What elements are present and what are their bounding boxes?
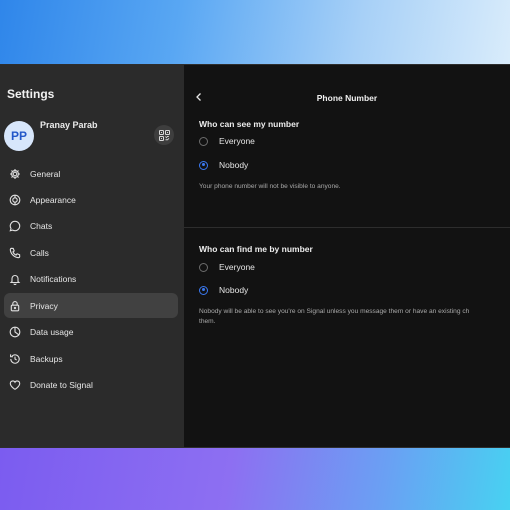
help-text-see-number: Your phone number will not be visible to…: [199, 183, 341, 190]
phone-icon: [8, 246, 21, 259]
sidebar-item-chats[interactable]: Chats: [4, 214, 178, 239]
sidebar-item-calls[interactable]: Calls: [4, 240, 178, 265]
sidebar-item-label: General: [30, 168, 61, 179]
radio-label: Everyone: [219, 136, 255, 146]
sidebar: Settings PP Pranay Parab General Appeara…: [0, 65, 184, 447]
radio-button-selected[interactable]: [199, 285, 208, 295]
chat-bubble-icon: [8, 220, 21, 233]
qr-code-icon: [158, 129, 170, 141]
sidebar-item-label: Data usage: [30, 327, 74, 338]
desktop-background-top: [0, 0, 510, 66]
sidebar-item-label: Backups: [30, 353, 63, 364]
sidebar-title: Settings: [7, 87, 55, 101]
profile-name: Pranay Parab: [40, 120, 98, 130]
radio-button[interactable]: [199, 262, 208, 272]
bell-icon: [8, 273, 21, 286]
section-title-see-number: Who can see my number: [199, 119, 300, 129]
sidebar-item-label: Donate to Signal: [30, 380, 93, 390]
backup-icon: [8, 352, 21, 365]
radio-label: Nobody: [219, 285, 249, 295]
profile-card[interactable]: PP Pranay Parab: [4, 119, 180, 153]
avatar: PP: [4, 121, 34, 151]
sidebar-item-privacy[interactable]: Privacy: [4, 293, 178, 319]
radio-label: Everyone: [219, 262, 255, 272]
sidebar-item-general[interactable]: General: [4, 161, 178, 186]
settings-window: Settings PP Pranay Parab General Appeara…: [0, 64, 510, 448]
help-text-line: Nobody will be able to see you're on Sig…: [199, 308, 470, 315]
sidebar-item-label: Chats: [30, 221, 53, 232]
lock-icon: [8, 299, 21, 312]
page-title: Phone Number: [316, 93, 378, 103]
pie-chart-icon: [8, 326, 21, 339]
radio-option-find-nobody[interactable]: Nobody: [199, 283, 248, 297]
section-title-find-number: Who can find me by number: [199, 244, 313, 254]
help-text-line: them.: [199, 318, 216, 325]
sidebar-item-label: Notifications: [30, 274, 77, 285]
heart-icon: [8, 379, 21, 392]
desktop-background-bottom: [0, 444, 510, 510]
sidebar-item-appearance[interactable]: Appearance: [4, 187, 178, 212]
radio-option-see-everyone[interactable]: Everyone: [199, 134, 255, 148]
gear-icon: [8, 167, 21, 180]
radio-option-find-everyone[interactable]: Everyone: [199, 260, 255, 274]
sidebar-item-backups[interactable]: Backups: [4, 346, 178, 371]
radio-button-selected[interactable]: [199, 160, 208, 170]
section-divider: [184, 227, 510, 228]
help-text-find-number: Nobody will be able to see you're on Sig…: [199, 307, 469, 327]
radio-button[interactable]: [199, 136, 208, 146]
sidebar-item-label: Appearance: [30, 194, 76, 205]
sidebar-nav: General Appearance Chats Calls Notificat…: [4, 161, 178, 399]
appearance-icon: [8, 193, 21, 206]
main-panel: Phone Number Who can see my number Every…: [184, 65, 510, 447]
sidebar-item-notifications[interactable]: Notifications: [4, 267, 178, 292]
sidebar-item-donate[interactable]: Donate to Signal: [4, 373, 178, 398]
radio-label: Nobody: [219, 160, 249, 170]
sidebar-item-data-usage[interactable]: Data usage: [4, 320, 178, 345]
sidebar-item-label: Privacy: [30, 300, 58, 311]
radio-option-see-nobody[interactable]: Nobody: [199, 158, 248, 172]
sidebar-item-label: Calls: [30, 247, 49, 258]
qr-code-button[interactable]: [154, 125, 174, 145]
